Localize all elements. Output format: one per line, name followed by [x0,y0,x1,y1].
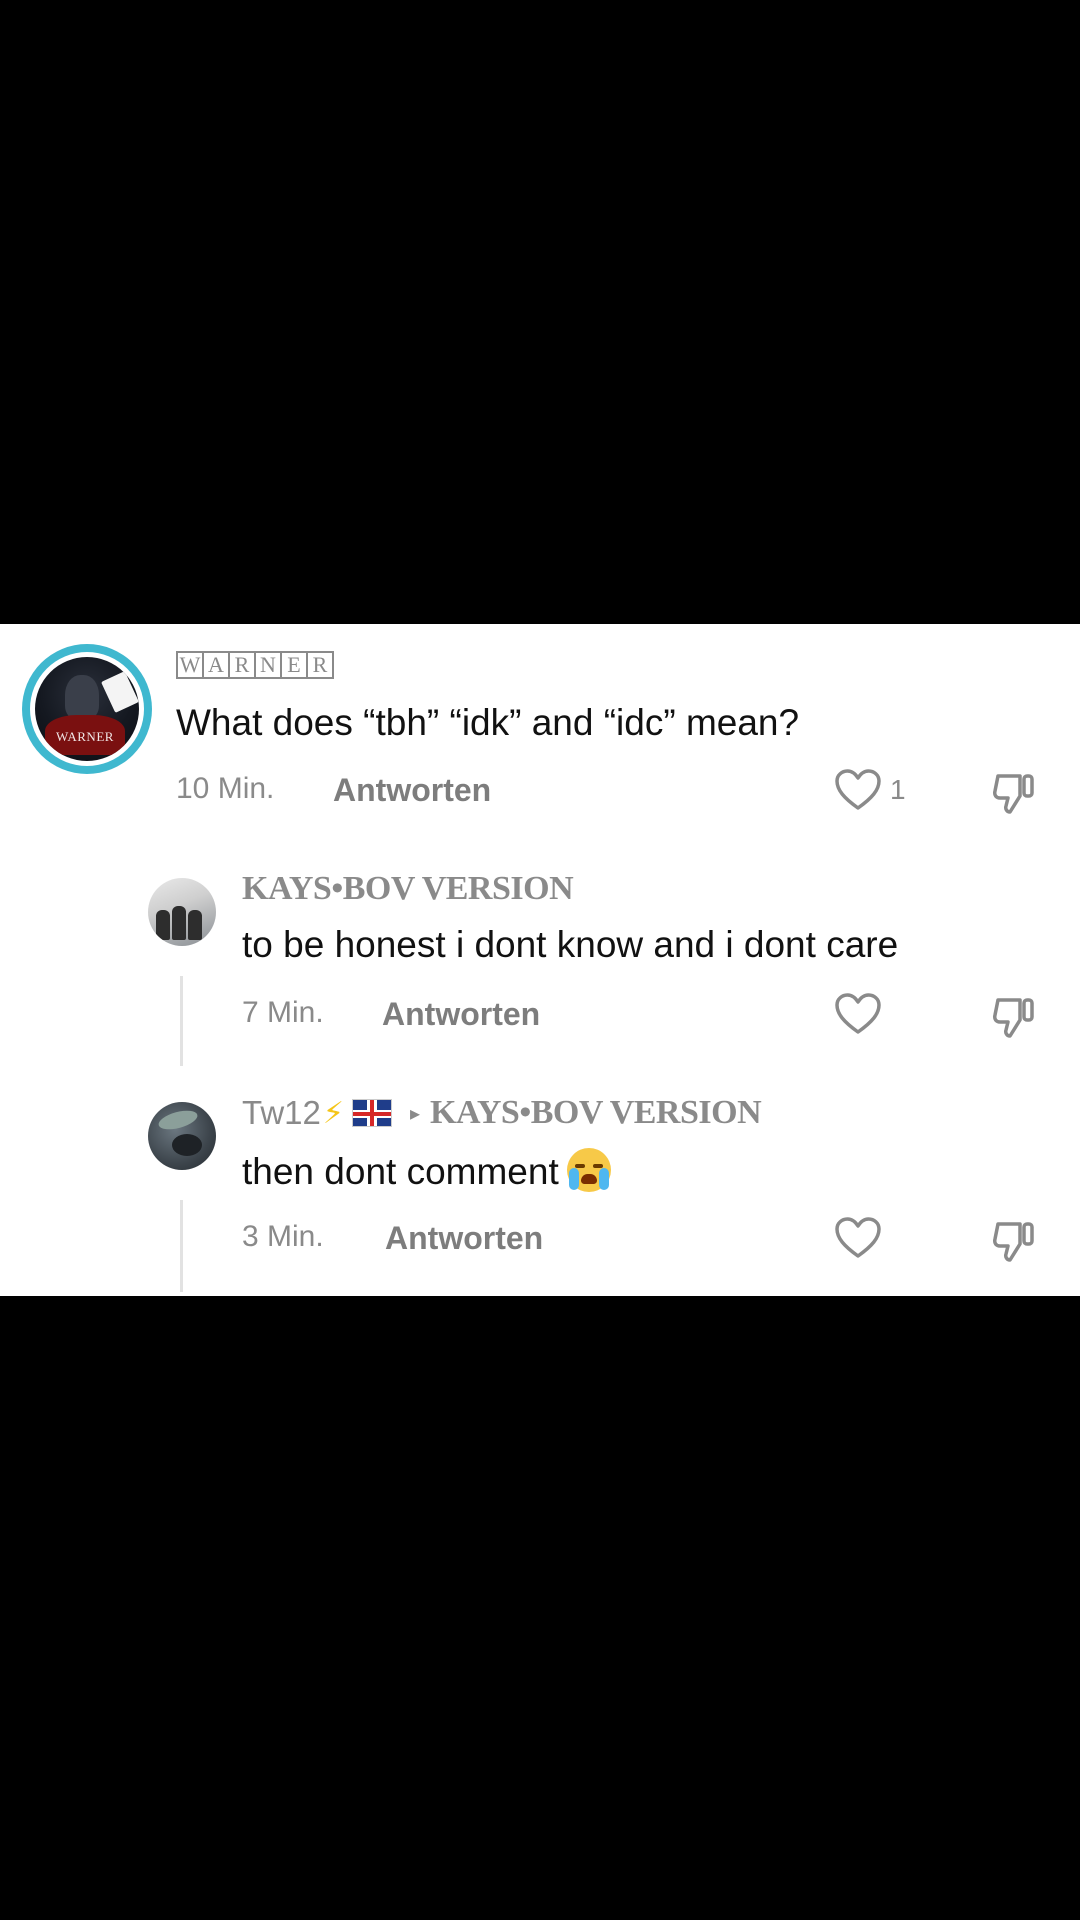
comment-panel: WARNER W A R N E R What does “tbh” “idk”… [0,624,1080,1296]
heart-icon [835,1217,881,1258]
like-button[interactable] [834,1216,882,1260]
reply-to-username[interactable]: KAYS•BOV VERSION [430,1094,762,1132]
avatar-tw12[interactable] [148,1102,216,1170]
lightning-icon: ⚡ [322,1096,344,1130]
dislike-button[interactable] [990,1216,1038,1269]
thread-line [180,1200,183,1292]
screen: WARNER W A R N E R What does “tbh” “idk”… [0,0,1080,1920]
avatar-shape [172,1134,202,1156]
comment-tw12: Tw12 ⚡ ▸ KAYS•BOV VERSION then dont comm… [0,624,1080,1296]
comment-text-content: then dont comment [242,1151,559,1192]
reply-button[interactable]: Antworten [385,1220,543,1257]
comment-time: 3 Min. [242,1220,324,1253]
reply-arrow-icon: ▸ [409,1102,420,1125]
crying-face-emoji [566,1148,611,1192]
avatar-shape [156,1107,200,1133]
uk-flag-icon [351,1099,392,1127]
username-text: Tw12 [242,1094,321,1131]
dislike-icon [993,1222,1034,1262]
comment-text: then dont comment [242,1148,611,1193]
username-tw12[interactable]: Tw12 ⚡ ▸ KAYS•BOV VERSION [242,1094,762,1132]
